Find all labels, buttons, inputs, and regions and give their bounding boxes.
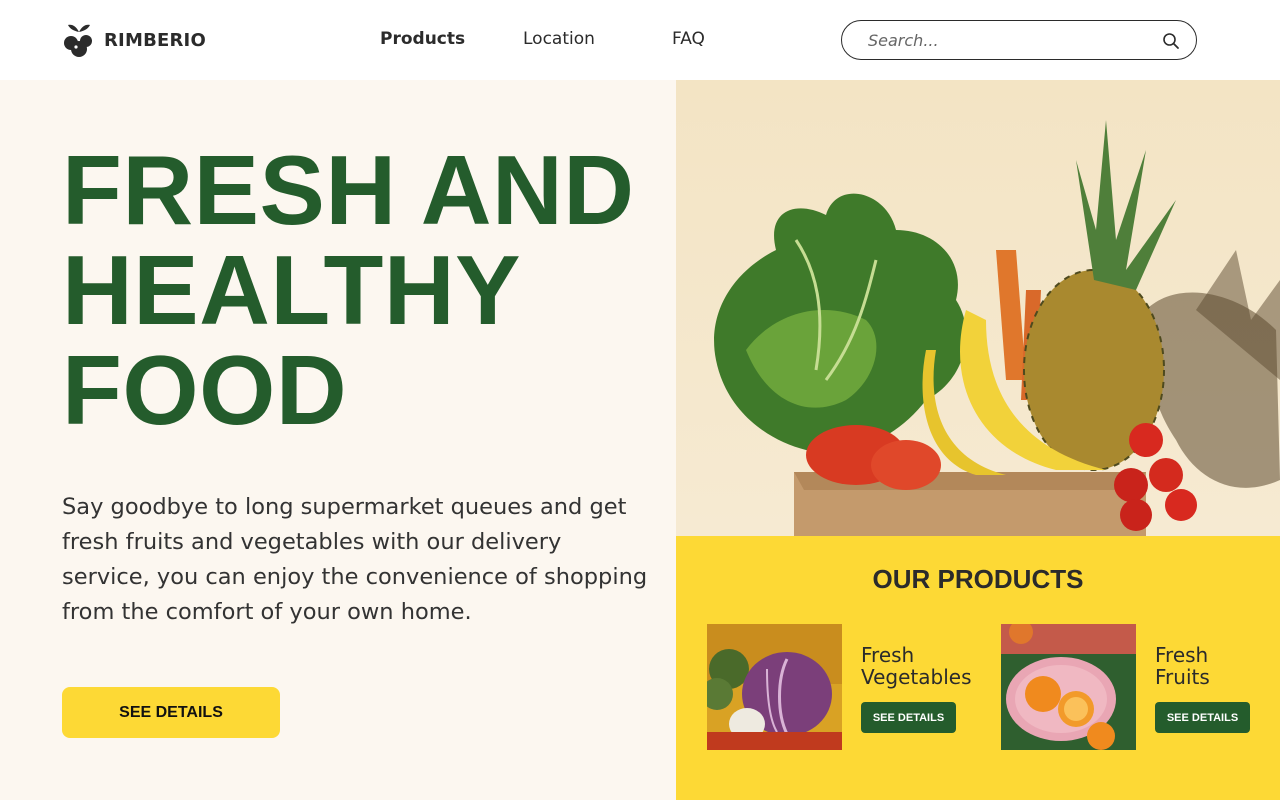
hero-description: Say goodbye to long supermarket queues a…	[62, 494, 648, 625]
hero-title-line: FRESH AND	[62, 135, 635, 245]
hero-title-line: FOOD	[62, 335, 348, 445]
vegetables-image[interactable]	[707, 624, 842, 750]
products-section: OUR PRODUCTS Fresh Vegetables SEE DETAIL…	[676, 536, 1280, 800]
search-bar	[841, 20, 1197, 60]
vegetables-see-details-button[interactable]: SEE DETAILS	[861, 702, 956, 733]
hero-produce-image	[676, 80, 1280, 536]
search-input[interactable]	[868, 29, 1148, 51]
hero-section: FRESH AND HEALTHY FOOD Say goodbye to lo…	[0, 80, 676, 800]
fruits-title-line: Fresh	[1155, 643, 1209, 667]
hero-title-line: HEALTHY	[62, 235, 521, 345]
brand-logo[interactable]: RIMBERIO	[62, 22, 206, 58]
brand-name: RIMBERIO	[104, 29, 206, 51]
fruits-image[interactable]	[1001, 624, 1136, 750]
see-details-button[interactable]: SEE DETAILS	[62, 687, 280, 738]
vegetables-title-line: Vegetables	[861, 665, 972, 689]
vegetables-title: Fresh Vegetables	[861, 644, 1001, 688]
vegetables-title-line: Fresh	[861, 643, 915, 667]
products-title: OUR PRODUCTS	[872, 564, 1084, 594]
nav-faq[interactable]: FAQ	[672, 29, 705, 49]
nav-products[interactable]: Products	[380, 29, 465, 49]
fruit-logo-icon	[64, 24, 92, 57]
produce-box-illustration	[676, 80, 1280, 536]
hero-title: FRESH AND HEALTHY FOOD	[62, 140, 662, 440]
fruits-see-details-button[interactable]: SEE DETAILS	[1155, 702, 1250, 733]
search-icon[interactable]	[1162, 32, 1180, 50]
fruits-title-line: Fruits	[1155, 665, 1210, 689]
top-header: RIMBERIO Products Location FAQ	[0, 0, 1280, 80]
vegetables-illustration	[707, 624, 842, 750]
nav-location[interactable]: Location	[523, 29, 595, 49]
fruits-title: Fresh Fruits	[1155, 644, 1280, 688]
fruits-illustration	[1001, 624, 1136, 750]
